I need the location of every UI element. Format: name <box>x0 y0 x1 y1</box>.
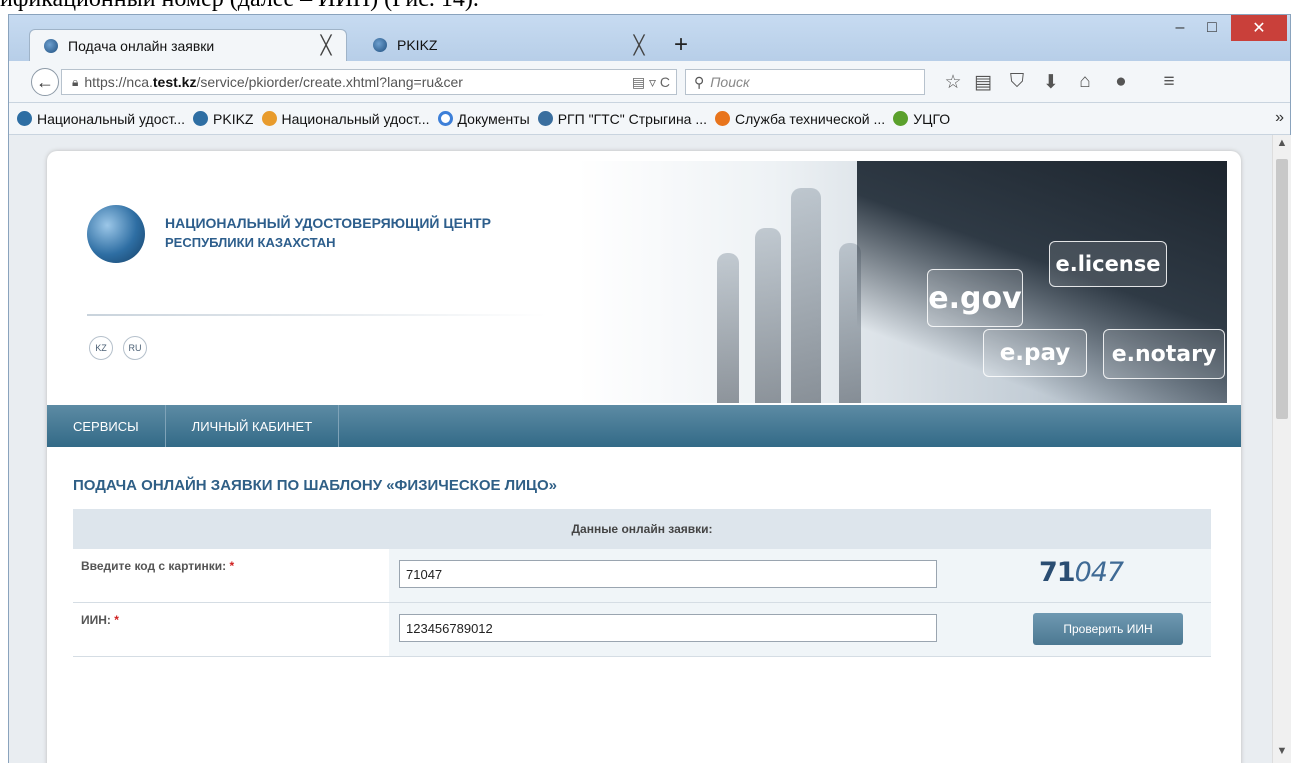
globe-icon <box>44 38 58 53</box>
tab-close-icon[interactable]: ╳ <box>629 35 649 56</box>
reader-reload-icons[interactable]: ▤ ▿ C <box>632 74 670 91</box>
new-tab-button[interactable]: + <box>669 31 693 59</box>
address-bar[interactable]: 🔒︎ https://nca.test.kz/service/pkiorder/… <box>61 69 677 95</box>
captcha-image: 71047 <box>1039 557 1124 588</box>
scroll-up-icon[interactable]: ▲ <box>1273 137 1291 153</box>
tab-pkikz[interactable]: PKIKZ ╳ <box>359 29 659 61</box>
tab-label: PKIKZ <box>397 37 438 53</box>
required-mark: * <box>114 613 119 627</box>
search-icon: ⚲ <box>694 73 705 90</box>
bookmark-item[interactable]: Документы <box>437 111 530 127</box>
scroll-down-icon[interactable]: ▼ <box>1273 745 1291 761</box>
bookmark-item[interactable]: УЦГО <box>893 111 950 127</box>
bookmark-item[interactable]: Национальный удост... <box>17 111 185 127</box>
form-table-header: Данные онлайн заявки: <box>73 509 1211 549</box>
site-page: e.license e.gov e.pay e.notary НАЦИОНАЛЬ… <box>47 151 1241 763</box>
ring-icon <box>437 111 453 126</box>
header-banner: e.license e.gov e.pay e.notary <box>577 161 1227 403</box>
scroll-thumb[interactable] <box>1276 159 1288 419</box>
vertical-scrollbar[interactable]: ▲ ▼ <box>1272 135 1291 763</box>
tab-label: Подача онлайн заявки <box>68 37 215 54</box>
lock-icon: 🔒︎ <box>72 74 79 89</box>
banner-badge-epay: e.pay <box>983 329 1087 377</box>
language-ru-button[interactable]: RU <box>123 336 147 360</box>
banner-figure <box>717 253 739 403</box>
title-bar: Подача онлайн заявки ╳ PKIKZ ╳ + – □ ✕ <box>9 15 1290 61</box>
bookmark-item[interactable]: PKIKZ <box>193 111 254 127</box>
captcha-input-cell: 71047 <box>389 549 1211 602</box>
captcha-row: Введите код с картинки: * 71047 <box>73 549 1211 603</box>
banner-figure <box>791 188 821 403</box>
banner-figure <box>755 228 781 403</box>
cross-logo-icon <box>261 111 277 126</box>
language-kz-button[interactable]: KZ <box>89 336 113 360</box>
bookmark-item[interactable]: РГП "ГТС" Стрыгина ... <box>537 111 707 127</box>
browser-window: Подача онлайн заявки ╳ PKIKZ ╳ + – □ ✕ ←… <box>8 14 1291 763</box>
bookmark-star-icon[interactable]: ☆ <box>941 71 965 93</box>
page-viewport: e.license e.gov e.pay e.notary НАЦИОНАЛЬ… <box>9 135 1272 763</box>
iin-input-cell: Проверить ИИН <box>389 603 1211 656</box>
required-mark: * <box>229 559 235 573</box>
arrow-left-icon: ← <box>36 71 54 92</box>
banner-badge-egov: e.gov <box>927 269 1023 327</box>
chat-icon[interactable]: ● <box>1109 71 1133 93</box>
page-title: ПОДАЧА ОНЛАЙН ЗАЯВКИ ПО ШАБЛОНУ «ФИЗИЧЕС… <box>73 477 557 494</box>
check-iin-button[interactable]: Проверить ИИН <box>1033 613 1183 645</box>
menu-item-services[interactable]: СЕРВИСЫ <box>47 405 166 447</box>
search-placeholder: Поиск <box>710 74 750 90</box>
iin-input[interactable] <box>399 614 937 642</box>
leaf-icon <box>893 111 909 126</box>
tab-podacha[interactable]: Подача онлайн заявки ╳ <box>29 29 347 61</box>
download-icon[interactable]: ⬇ <box>1039 71 1063 93</box>
banner-badge-enotary: e.notary <box>1103 329 1225 379</box>
organization-country: РЕСПУБЛИКИ КАЗАХСТАН <box>165 235 336 250</box>
url-text: https://nca.test.kz/service/pkiorder/cre… <box>84 74 463 90</box>
organization-name: НАЦИОНАЛЬНЫЙ УДОСТОВЕРЯЮЩИЙ ЦЕНТР <box>165 215 491 231</box>
pocket-icon[interactable]: ⛉ <box>1005 71 1029 93</box>
tab-close-icon[interactable]: ╳ <box>316 35 336 56</box>
application-form: Данные онлайн заявки: Введите код с карт… <box>73 509 1211 657</box>
header-divider <box>87 314 547 316</box>
site-menu: СЕРВИСЫ ЛИЧНЫЙ КАБИНЕТ <box>47 405 1241 447</box>
globe-icon <box>193 111 209 126</box>
home-icon[interactable]: ⌂ <box>1073 71 1097 93</box>
nca-logo-globe-icon <box>87 205 145 263</box>
minimize-button[interactable]: – <box>1165 15 1195 41</box>
search-input[interactable]: ⚲ Поиск <box>685 69 925 95</box>
menu-icon[interactable]: ≡ <box>1157 71 1181 93</box>
shield-icon <box>537 111 553 126</box>
close-window-button[interactable]: ✕ <box>1231 15 1287 41</box>
navigation-toolbar: ← 🔒︎ https://nca.test.kz/service/pkiorde… <box>9 61 1290 103</box>
back-button[interactable]: ← <box>31 68 59 96</box>
globe-icon <box>373 38 387 52</box>
bookmark-item[interactable]: Служба технической ... <box>715 111 885 127</box>
iin-label: ИИН: * <box>81 613 119 627</box>
support-logo-icon <box>715 111 731 126</box>
reading-list-icon[interactable]: ▤ <box>971 71 995 93</box>
menu-item-cabinet[interactable]: ЛИЧНЫЙ КАБИНЕТ <box>166 405 340 447</box>
iin-row: ИИН: * Проверить ИИН <box>73 603 1211 657</box>
maximize-button[interactable]: □ <box>1197 15 1227 41</box>
banner-badge-elicense: e.license <box>1049 241 1167 287</box>
captcha-input[interactable] <box>399 560 937 588</box>
captcha-label: Введите код с картинки: * <box>81 559 235 573</box>
bookmark-item[interactable]: Национальный удост... <box>261 111 430 127</box>
globe-icon <box>17 111 32 126</box>
bookmarks-overflow-button[interactable]: » <box>1275 109 1284 127</box>
bookmarks-toolbar: Национальный удост... PKIKZ Национальный… <box>9 103 1290 135</box>
